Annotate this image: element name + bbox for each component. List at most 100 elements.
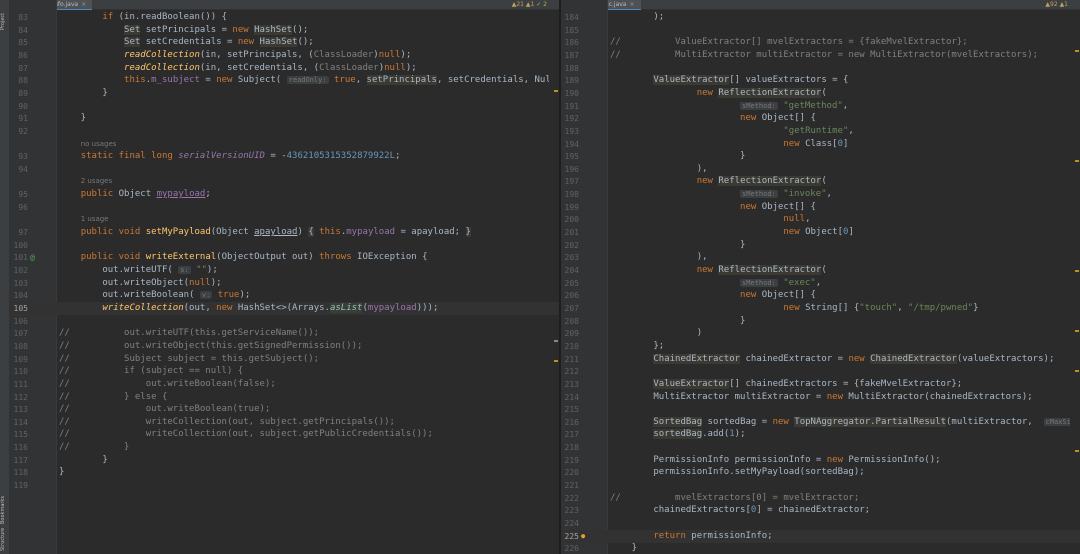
code-line[interactable]: 89 } <box>10 87 559 100</box>
line-number[interactable]: 210 <box>561 340 579 353</box>
line-number[interactable]: 188 <box>561 62 579 75</box>
line-number[interactable]: 199 <box>561 201 579 214</box>
line-number[interactable]: 86 <box>10 49 28 62</box>
code-line[interactable]: 184 ); <box>561 11 1080 24</box>
code-text[interactable]: "getRuntime", <box>610 125 1070 138</box>
line-number[interactable]: 206 <box>561 289 579 302</box>
code-line[interactable]: 112 // } else { <box>10 391 559 404</box>
code-text[interactable]: } <box>59 112 549 125</box>
code-text[interactable]: } <box>610 239 1070 252</box>
line-number[interactable]: 187 <box>561 49 579 62</box>
code-line[interactable]: 114 // writeCollection(out, subject.getPr… <box>10 416 559 429</box>
error-stripe[interactable] <box>1073 10 1080 554</box>
code-line[interactable]: 222 // mvelExtractors[0] = mvelExtractor; <box>561 492 1080 505</box>
code-line[interactable]: 214 MultiExtractor multiExtractor = new … <box>561 391 1080 404</box>
code-line[interactable]: 117 } <box>10 454 559 467</box>
code-line[interactable]: 86 readCollection(in, setPrincipals, (Cl… <box>10 49 559 62</box>
code-text[interactable]: // } <box>59 441 549 454</box>
line-number[interactable]: 107 <box>10 327 28 340</box>
code-line[interactable]: 94 <box>10 163 559 176</box>
line-number[interactable]: 102 <box>10 264 28 277</box>
line-number[interactable]: 193 <box>561 125 579 138</box>
code-line[interactable]: 88 this.m_subject = new Subject( readOnl… <box>10 74 559 87</box>
code-line[interactable]: 118} <box>10 466 559 479</box>
left-editor-pane[interactable]: PermissionInfo.java× ▲21 ▲1 ✓ 2 83 if (i… <box>10 0 559 554</box>
code-line[interactable]: 191 sMethod: "getMethod", <box>561 100 1080 113</box>
code-text[interactable]: PermissionInfo permissionInfo = new Perm… <box>610 454 1070 467</box>
code-line[interactable]: 209 ) <box>561 327 1080 340</box>
code-text[interactable]: // ValueExtractor[] mvelExtractors = {fa… <box>610 36 1070 49</box>
code-text[interactable]: 2 usages <box>59 175 549 188</box>
line-number[interactable]: 89 <box>10 87 28 100</box>
bookmarks-tool-tab[interactable]: Bookmarks <box>0 496 9 524</box>
code-line[interactable]: 85 Set setCredentials = new HashSet(); <box>10 36 559 49</box>
code-text[interactable]: // out.writeUTF(this.getServiceName()); <box>59 327 549 340</box>
line-number[interactable]: 186 <box>561 36 579 49</box>
code-line[interactable]: 97 public void setMyPayload(Object apayl… <box>10 226 559 239</box>
code-text[interactable]: } <box>59 454 549 467</box>
line-number[interactable]: 116 <box>10 441 28 454</box>
code-line[interactable]: 84 Set setPrincipals = new HashSet(); <box>10 24 559 37</box>
code-line[interactable]: 219 PermissionInfo permissionInfo = new … <box>561 454 1080 467</box>
code-text[interactable]: permissionInfo.setMyPayload(sortedBag); <box>610 466 1070 479</box>
line-number[interactable]: 203 <box>561 251 579 264</box>
line-number[interactable]: 184 <box>561 11 579 24</box>
line-number[interactable]: 209 <box>561 327 579 340</box>
warning-marker[interactable] <box>1075 450 1079 452</box>
line-number[interactable]: 189 <box>561 74 579 87</box>
line-number[interactable]: 214 <box>561 391 579 404</box>
line-number[interactable]: 225 <box>561 530 579 543</box>
info-marker[interactable] <box>554 340 558 342</box>
code-text[interactable]: ValueExtractor[] chainedExtractors = {fa… <box>610 378 1070 391</box>
code-line[interactable]: 100 <box>10 239 559 252</box>
code-line[interactable]: 211 ChainedExtractor chainedExtractor = … <box>561 353 1080 366</box>
line-number[interactable]: 105 <box>10 302 28 315</box>
code-text[interactable]: new Object[] { <box>610 201 1070 214</box>
line-number[interactable]: 204 <box>561 264 579 277</box>
warning-marker[interactable] <box>1075 330 1079 332</box>
code-text[interactable]: // out.writeBoolean(false); <box>59 378 549 391</box>
line-number[interactable]: 88 <box>10 74 28 87</box>
line-number[interactable]: 221 <box>561 479 579 492</box>
close-icon[interactable]: × <box>81 1 86 8</box>
code-text[interactable]: out.writeObject(null); <box>59 277 549 290</box>
line-number[interactable]: 198 <box>561 188 579 201</box>
line-number[interactable]: 212 <box>561 365 579 378</box>
code-line[interactable]: 195 } <box>561 150 1080 163</box>
code-text[interactable]: Set setPrincipals = new HashSet(); <box>59 24 549 37</box>
code-text[interactable]: new Object[] { <box>610 112 1070 125</box>
code-line[interactable]: 208 } <box>561 315 1080 328</box>
line-number[interactable]: 200 <box>561 213 579 226</box>
code-text[interactable]: // writeCollection(out, subject.getPrinc… <box>59 416 549 429</box>
line-number[interactable]: 190 <box>561 87 579 100</box>
code-text[interactable]: public void writeExternal(ObjectOutput o… <box>59 251 549 264</box>
code-line[interactable]: 91 } <box>10 112 559 125</box>
code-text[interactable]: // mvelExtractors[0] = mvelExtractor; <box>610 492 1070 505</box>
code-text[interactable]: sMethod: "exec", <box>610 277 1070 290</box>
line-number[interactable]: 220 <box>561 466 579 479</box>
line-number[interactable]: 205 <box>561 277 579 290</box>
right-editor-pane[interactable]: TestWeblogic.java× ▲92 ▲1 184 );185186//… <box>561 0 1080 554</box>
line-number[interactable]: 109 <box>10 353 28 366</box>
line-number[interactable]: 95 <box>10 188 28 201</box>
code-line[interactable]: 103 out.writeObject(null); <box>10 277 559 290</box>
line-number[interactable]: 196 <box>561 163 579 176</box>
code-text[interactable]: sMethod: "invoke", <box>610 188 1070 201</box>
code-line[interactable]: 200 null, <box>561 213 1080 226</box>
code-line[interactable]: 192 new Object[] { <box>561 112 1080 125</box>
code-line[interactable]: 116 // } <box>10 441 559 454</box>
line-number[interactable]: 114 <box>10 416 28 429</box>
code-text[interactable]: chainedExtractors[0] = chainedExtractor; <box>610 504 1070 517</box>
line-number[interactable]: 208 <box>561 315 579 328</box>
code-text[interactable]: // if (subject == null) { <box>59 365 549 378</box>
line-number[interactable]: 94 <box>10 163 28 176</box>
line-number[interactable]: 195 <box>561 150 579 163</box>
code-text[interactable]: new String[] {"touch", "/tmp/pwned"} <box>610 302 1070 315</box>
code-line[interactable]: 104 out.writeBoolean( v: true); <box>10 289 559 302</box>
code-line[interactable]: 106 <box>10 315 559 328</box>
code-text[interactable]: static final long serialVersionUID = -43… <box>59 150 549 163</box>
code-text[interactable]: new Object[0] <box>610 226 1070 239</box>
code-text[interactable]: } <box>610 150 1070 163</box>
code-line[interactable]: 198 sMethod: "invoke", <box>561 188 1080 201</box>
line-number[interactable]: 110 <box>10 365 28 378</box>
